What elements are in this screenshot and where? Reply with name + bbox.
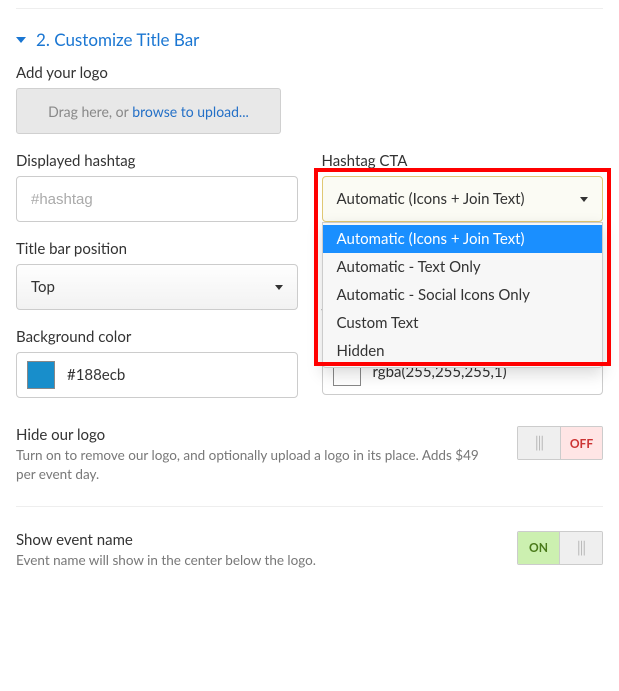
cta-option[interactable]: Automatic - Social Icons Only <box>323 281 603 309</box>
label-title-bar-position: Title bar position <box>16 240 298 258</box>
cta-option[interactable]: Automatic - Text Only <box>323 253 603 281</box>
label-displayed-hashtag: Displayed hashtag <box>16 152 298 170</box>
hashtag-input[interactable] <box>16 176 298 222</box>
title-bar-position-value: Top <box>31 278 55 296</box>
title-bar-position-select[interactable]: Top <box>16 264 298 310</box>
toggle-grip-icon: ||| <box>518 427 560 459</box>
background-color-picker[interactable]: #188ecb <box>16 352 298 398</box>
section-title: 2. Customize Title Bar <box>36 29 199 50</box>
cta-option[interactable]: Custom Text <box>323 309 603 337</box>
show-name-title: Show event name <box>16 531 497 549</box>
setting-show-event-name: Show event name Event name will show in … <box>16 521 603 588</box>
section-header-customize-title-bar[interactable]: 2. Customize Title Bar <box>16 23 603 64</box>
toggle-grip-icon: ||| <box>560 532 602 564</box>
hide-logo-title: Hide our logo <box>16 426 497 444</box>
hide-logo-desc: Turn on to remove our logo, and optional… <box>16 446 497 484</box>
label-hashtag-cta: Hashtag CTA <box>322 152 604 170</box>
show-name-toggle[interactable]: ON ||| <box>517 531 603 565</box>
cta-option[interactable]: Automatic (Icons + Join Text) <box>323 225 603 253</box>
label-add-logo: Add your logo <box>16 64 603 82</box>
upload-drag-text: Drag here, or <box>48 103 129 120</box>
chevron-down-icon <box>16 37 26 43</box>
browse-upload-link[interactable]: browse to upload... <box>132 103 249 120</box>
color-swatch <box>27 361 55 389</box>
logo-upload-dropzone[interactable]: Drag here, or browse to upload... <box>16 88 281 134</box>
hashtag-cta-dropdown: Automatic (Icons + Join Text) Automatic … <box>322 222 604 368</box>
setting-hide-our-logo: Hide our logo Turn on to remove our logo… <box>16 416 603 502</box>
hide-logo-toggle[interactable]: ||| OFF <box>517 426 603 460</box>
chevron-down-icon <box>275 285 283 290</box>
hashtag-cta-selected-value: Automatic (Icons + Join Text) <box>337 190 525 208</box>
hashtag-cta-select[interactable]: Automatic (Icons + Join Text) <box>322 176 604 222</box>
background-color-value: #188ecb <box>67 366 125 384</box>
toggle-off-label: OFF <box>560 427 602 459</box>
chevron-down-icon <box>580 197 588 202</box>
label-background-color: Background color <box>16 328 298 346</box>
cta-option[interactable]: Hidden <box>323 337 603 365</box>
field-add-logo: Add your logo Drag here, or browse to up… <box>16 64 603 134</box>
toggle-on-label: ON <box>518 532 560 564</box>
top-divider <box>16 8 603 9</box>
divider <box>16 506 603 507</box>
show-name-desc: Event name will show in the center below… <box>16 551 497 570</box>
